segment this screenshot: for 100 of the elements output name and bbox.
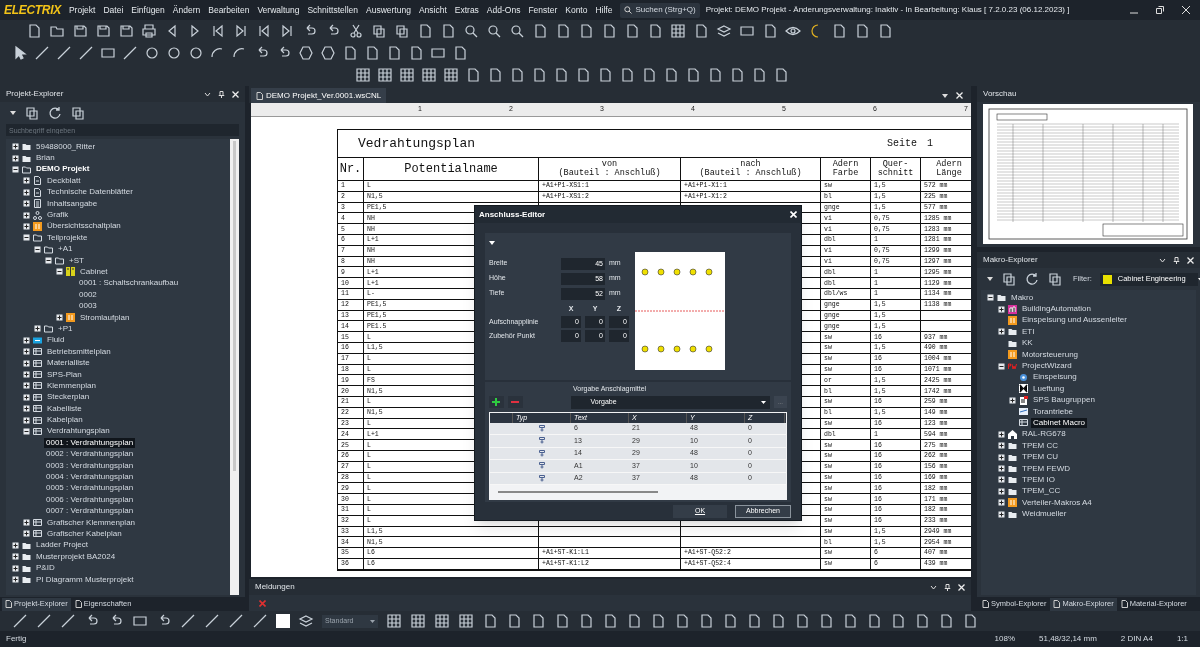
document-icon[interactable] <box>624 23 640 39</box>
expander-icon[interactable] <box>23 393 30 401</box>
tree-item[interactable]: Brian <box>34 153 57 164</box>
expander-icon[interactable] <box>56 268 63 276</box>
grid-icon[interactable] <box>434 613 450 629</box>
hexagon-icon[interactable] <box>298 45 314 61</box>
document-icon[interactable] <box>509 67 525 83</box>
expander-icon[interactable] <box>23 359 30 367</box>
grid-icon[interactable] <box>355 67 371 83</box>
document-icon[interactable] <box>698 613 714 629</box>
grid-icon[interactable] <box>421 67 437 83</box>
close-icon[interactable] <box>1182 6 1190 14</box>
expander-icon[interactable] <box>23 188 30 196</box>
save-icon[interactable] <box>118 23 134 39</box>
expander-icon[interactable] <box>23 234 30 242</box>
expander-icon[interactable] <box>34 245 41 253</box>
line-icon[interactable] <box>252 613 268 629</box>
tree-item[interactable]: Kabelliste <box>45 403 84 414</box>
expander-icon[interactable] <box>998 465 1005 473</box>
save-icon[interactable] <box>95 23 111 39</box>
tree-item[interactable]: +A1 <box>56 244 75 255</box>
tree-item[interactable]: 0003 <box>77 301 99 312</box>
document-icon[interactable] <box>746 613 762 629</box>
document-icon[interactable] <box>26 23 42 39</box>
zoom-icon[interactable] <box>509 23 525 39</box>
grid-icon[interactable] <box>458 613 474 629</box>
document-icon[interactable] <box>578 613 594 629</box>
close-icon[interactable] <box>1187 256 1194 264</box>
line-icon[interactable] <box>122 45 138 61</box>
document-icon[interactable] <box>619 67 635 83</box>
tree-item[interactable]: KK <box>1020 338 1035 349</box>
line-icon[interactable] <box>204 613 220 629</box>
expander-icon[interactable] <box>23 405 30 413</box>
line-icon[interactable] <box>56 45 72 61</box>
expander-icon[interactable] <box>12 165 19 173</box>
rectangle-icon[interactable] <box>132 613 148 629</box>
document-icon[interactable] <box>818 613 834 629</box>
menu-item[interactable]: Auswertung <box>362 3 415 17</box>
tree-item[interactable]: 0001 : Schaltschrankaufbau <box>77 278 181 289</box>
document-icon[interactable] <box>707 67 723 83</box>
grid-icon[interactable] <box>377 67 393 83</box>
document-icon[interactable] <box>555 23 571 39</box>
chevron-down-icon[interactable] <box>204 90 211 98</box>
document-icon[interactable] <box>531 67 547 83</box>
copy-icon[interactable] <box>24 105 40 121</box>
expander-icon[interactable] <box>23 177 30 185</box>
hexagon-icon[interactable] <box>320 45 336 61</box>
expander-icon[interactable] <box>23 416 30 424</box>
expander-icon[interactable] <box>998 328 1005 336</box>
pin-icon[interactable] <box>218 90 225 98</box>
tree-item[interactable]: 0001 : Verdrahtungsplan <box>44 437 136 448</box>
search-field[interactable]: Suchen (Strg+Q) <box>620 2 700 18</box>
line-icon[interactable] <box>34 45 50 61</box>
tree-item[interactable]: Fluid <box>45 335 67 346</box>
tree-item[interactable]: Stromlaufplan <box>78 312 132 323</box>
document-icon[interactable] <box>831 23 847 39</box>
document-icon[interactable] <box>506 613 522 629</box>
scrollbar[interactable] <box>230 139 239 595</box>
expander-icon[interactable] <box>998 305 1005 313</box>
document-icon[interactable] <box>364 45 380 61</box>
grid-icon[interactable] <box>410 613 426 629</box>
swatch-icon[interactable] <box>276 614 290 628</box>
menu-item[interactable]: Add-Ons <box>482 3 525 17</box>
document-icon[interactable] <box>408 45 424 61</box>
line-icon[interactable] <box>12 613 28 629</box>
circle-icon[interactable] <box>166 45 182 61</box>
tree-item[interactable]: 0002 : Verdrahtungsplan <box>44 449 136 460</box>
tree-item[interactable]: Makro <box>1009 292 1036 303</box>
document-icon[interactable] <box>597 67 613 83</box>
expander-icon[interactable] <box>998 499 1005 507</box>
rectangle-icon[interactable] <box>430 45 446 61</box>
circle-icon[interactable] <box>144 45 160 61</box>
tree-item[interactable]: 0005 : Verdrahtungsplan <box>44 483 136 494</box>
line-icon[interactable] <box>60 613 76 629</box>
expander-icon[interactable] <box>998 476 1005 484</box>
copy-icon[interactable] <box>1047 271 1063 287</box>
tree-item[interactable]: Cabinet <box>78 267 110 277</box>
tree-item[interactable]: Kabelplan <box>45 415 85 426</box>
document-icon[interactable] <box>530 613 546 629</box>
cut-icon[interactable] <box>348 23 364 39</box>
copy-icon[interactable] <box>394 23 410 39</box>
refresh-icon[interactable] <box>48 106 62 120</box>
expander-icon[interactable] <box>23 371 30 378</box>
tree-item[interactable]: P&ID <box>34 563 57 574</box>
expander-icon[interactable] <box>12 553 19 561</box>
menu-item[interactable]: Konto <box>561 3 592 17</box>
expander-icon[interactable] <box>998 430 1005 438</box>
grid-icon[interactable] <box>443 67 459 83</box>
tree-item[interactable]: Grafischer Kabelplan <box>45 528 124 539</box>
expander-icon[interactable] <box>987 294 994 302</box>
tree-item[interactable]: BuildingAutomation <box>1020 304 1093 315</box>
tree-item[interactable]: +P1 <box>56 323 75 334</box>
menu-item[interactable]: Hilfe <box>591 3 617 17</box>
grid-icon[interactable] <box>670 23 686 39</box>
line-icon[interactable] <box>228 613 244 629</box>
tree-item[interactable]: DEMO Projekt <box>34 164 92 175</box>
close-icon[interactable] <box>958 583 965 591</box>
document-icon[interactable] <box>386 45 402 61</box>
error-icon[interactable] <box>259 599 266 607</box>
menu-item[interactable]: Ändern <box>168 3 205 17</box>
